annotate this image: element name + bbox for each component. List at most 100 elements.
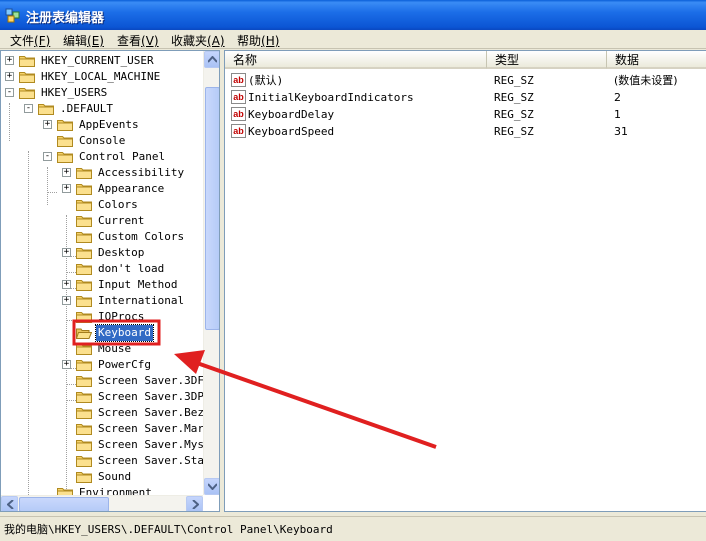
tree-item-label: Mouse <box>98 342 132 355</box>
tree-item-label: Desktop <box>98 246 145 259</box>
tree-item-label: Screen Saver.Star <box>98 454 211 467</box>
tree-connector <box>28 151 29 511</box>
value-type: REG_SZ <box>494 108 534 121</box>
expand-icon[interactable]: + <box>43 120 52 129</box>
tree-horizontal-scrollbar[interactable] <box>1 495 203 511</box>
expand-icon[interactable]: + <box>62 184 71 193</box>
menu-bar: 文件(F) 编辑(E) 查看(V) 收藏夹(A) 帮助(H) <box>0 30 706 49</box>
menu-view[interactable]: 查看(V) <box>117 32 159 49</box>
collapse-icon[interactable]: - <box>43 152 52 161</box>
regedit-icon <box>5 8 20 23</box>
tree-item-label: Colors <box>98 198 138 211</box>
scroll-thumb[interactable] <box>205 87 219 330</box>
scroll-right-button[interactable] <box>186 496 203 511</box>
window-title: 注册表编辑器 <box>26 11 105 26</box>
folder-icon <box>76 360 92 371</box>
menu-help[interactable]: 帮助(H) <box>237 32 279 49</box>
tree-item-label: Current <box>98 214 145 227</box>
folder-icon <box>76 408 92 419</box>
collapse-icon[interactable]: - <box>5 88 14 97</box>
tree-item-label: Input Method <box>98 278 178 291</box>
folder-icon <box>19 88 35 99</box>
status-bar: 我的电脑\HKEY_USERS\.DEFAULT\Control Panel\K… <box>0 516 706 541</box>
tree-item-label: Screen Saver.Marq <box>98 422 211 435</box>
string-value-icon: ab <box>231 124 246 138</box>
folder-icon <box>76 296 92 307</box>
value-name: (默认) <box>248 74 284 87</box>
tree-item-label: Appearance <box>98 182 165 195</box>
menu-edit[interactable]: 编辑(E) <box>63 32 104 49</box>
tree-item-label: HKEY_LOCAL_MACHINE <box>41 70 161 83</box>
hscroll-thumb[interactable] <box>19 497 109 511</box>
chevron-left-icon <box>7 500 14 509</box>
column-header-data[interactable]: 数据 <box>607 51 706 69</box>
scroll-down-button[interactable] <box>204 478 219 495</box>
value-type: REG_SZ <box>494 91 534 104</box>
folder-icon <box>57 136 73 147</box>
folder-icon <box>76 168 92 179</box>
folder-icon <box>76 376 92 387</box>
folder-icon <box>76 280 92 291</box>
tree-item-label: Accessibility <box>98 166 185 179</box>
tree-item-label: Console <box>79 134 126 147</box>
tree-item-label: Custom Colors <box>98 230 185 243</box>
string-value-icon: ab <box>231 73 246 87</box>
tree-connector <box>66 384 76 385</box>
folder-icon <box>76 392 92 403</box>
scroll-left-button[interactable] <box>1 496 18 511</box>
expand-icon[interactable]: + <box>62 296 71 305</box>
tree-item-label: Screen Saver.Myst <box>98 438 211 451</box>
tree-item-label: don't load <box>98 262 165 275</box>
value-list[interactable]: 名称 类型 数据 ab (默认) REG_SZ (数值未设置) ab InitialKey… <box>224 50 706 512</box>
scroll-up-button[interactable] <box>204 51 219 68</box>
tree-item-label: .DEFAULT <box>60 102 113 115</box>
chevron-down-icon <box>208 483 217 490</box>
column-header-name[interactable]: 名称 <box>225 51 487 69</box>
value-data: (数值未设置) <box>614 74 678 87</box>
tree-connector <box>47 192 57 193</box>
value-row[interactable]: ab KeyboardDelay REG_SZ 1 <box>225 106 706 123</box>
tree-item-label: IOProcs <box>98 310 145 323</box>
value-name: KeyboardDelay <box>248 108 335 121</box>
value-row[interactable]: ab (默认) REG_SZ (数值未设置) <box>225 72 706 89</box>
tree-connector <box>9 103 10 141</box>
expand-icon[interactable]: + <box>62 280 71 289</box>
menu-file[interactable]: 文件(F) <box>10 32 50 49</box>
expand-icon[interactable]: + <box>5 56 14 65</box>
folder-icon <box>76 184 92 195</box>
tree-item-label: Screen Saver.Bezi <box>98 406 211 419</box>
tree-connector <box>66 272 76 273</box>
tree-item-label: Keyboard <box>95 324 154 342</box>
folder-icon <box>76 200 92 211</box>
expand-icon[interactable]: + <box>62 168 71 177</box>
folder-icon <box>76 472 92 483</box>
value-name: InitialKeyboardIndicators <box>248 91 414 104</box>
collapse-icon[interactable]: - <box>24 104 33 113</box>
column-header-type[interactable]: 类型 <box>487 51 607 69</box>
regedit-window: 注册表编辑器 文件(F) 编辑(E) 查看(V) 收藏夹(A) 帮助(H) + H… <box>0 0 706 541</box>
tree-vertical-scrollbar[interactable] <box>203 51 219 495</box>
expand-icon[interactable]: + <box>62 360 71 369</box>
value-data: 1 <box>614 108 621 121</box>
string-value-icon: ab <box>231 107 246 121</box>
folder-icon <box>57 152 73 163</box>
tree-item-label: PowerCfg <box>98 358 151 371</box>
open-folder-icon <box>76 328 92 339</box>
key-tree[interactable]: + HKEY_CURRENT_USER + HKEY_LOCAL_MACHINE - HK… <box>0 50 220 512</box>
value-type: REG_SZ <box>494 125 534 138</box>
tree-item-label: AppEvents <box>79 118 139 131</box>
menu-favorites[interactable]: 收藏夹(A) <box>171 32 225 49</box>
value-type: REG_SZ <box>494 74 534 87</box>
expand-icon[interactable]: + <box>5 72 14 81</box>
value-name: KeyboardSpeed <box>248 125 335 138</box>
chevron-right-icon <box>192 500 199 509</box>
title-bar[interactable]: 注册表编辑器 <box>0 0 706 30</box>
folder-icon <box>76 344 92 355</box>
string-value-icon: ab <box>231 90 246 104</box>
folder-icon <box>76 456 92 467</box>
expand-icon[interactable]: + <box>62 248 71 257</box>
value-data: 2 <box>614 91 621 104</box>
value-row[interactable]: ab InitialKeyboardIndicators REG_SZ 2 <box>225 89 706 106</box>
value-row[interactable]: ab KeyboardSpeed REG_SZ 31 <box>225 123 706 140</box>
status-path: 我的电脑\HKEY_USERS\.DEFAULT\Control Panel\K… <box>4 523 333 536</box>
